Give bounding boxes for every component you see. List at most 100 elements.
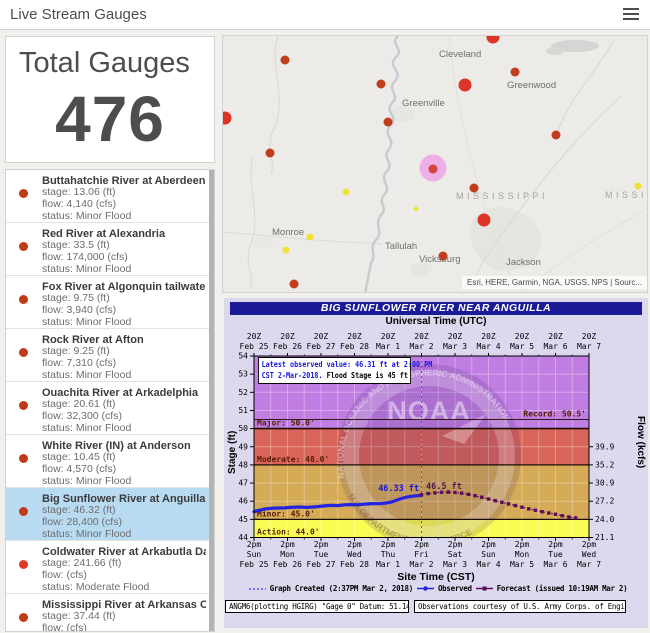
annotation-line2-date: CST 2-Mar-2018. xyxy=(262,371,323,380)
gauge-status: status: Minor Flood xyxy=(42,476,206,488)
svg-text:20Z: 20Z xyxy=(582,332,597,341)
svg-text:52: 52 xyxy=(238,388,248,397)
svg-text:Mar 1: Mar 1 xyxy=(376,342,400,351)
gauge-map-marker[interactable] xyxy=(283,247,290,254)
svg-text:2pm: 2pm xyxy=(381,540,396,549)
flood-category-label: Action: 44.0' xyxy=(257,527,320,537)
svg-text:46: 46 xyxy=(238,497,248,506)
chart-courtesy-note: Observations courtesy of U.S. Army Corps… xyxy=(414,600,626,613)
gauge-map-marker[interactable] xyxy=(635,183,642,190)
gauge-flow: flow: 7,310 (cfs) xyxy=(42,358,206,370)
gauge-list-item[interactable]: Red River at Alexandriastage: 33.5 (ft)f… xyxy=(6,223,214,276)
gauge-map-marker[interactable] xyxy=(377,80,386,89)
mississippi-river xyxy=(365,36,399,293)
gauge-map-marker[interactable] xyxy=(281,56,290,65)
gauge-flow: flow: 28,400 (cfs) xyxy=(42,517,206,529)
gauge-map-marker[interactable] xyxy=(290,280,299,289)
gauge-map-marker[interactable] xyxy=(487,36,500,44)
map-canvas[interactable]: MISSISSIPPIMISSISSClevelandGreenwoodGree… xyxy=(223,36,648,293)
svg-text:Mar 4: Mar 4 xyxy=(476,560,500,569)
gauge-list: Buttahatchie River at Aberdeenstage: 13.… xyxy=(5,169,215,632)
gauge-list-item[interactable]: Fox River at Algonquin tailwaterstage: 9… xyxy=(6,276,214,329)
svg-text:20Z: 20Z xyxy=(347,332,362,341)
flood-status-dot xyxy=(19,454,28,463)
flood-status-dot xyxy=(19,401,28,410)
svg-text:54: 54 xyxy=(238,352,248,361)
state-label: MISSISSIPPI xyxy=(456,191,548,201)
svg-text:Feb 25: Feb 25 xyxy=(240,560,269,569)
flow-axis-title: Flow (kcfs) xyxy=(635,416,646,468)
gauge-map-marker[interactable] xyxy=(470,184,479,193)
map-panel[interactable]: MISSISSIPPIMISSISSClevelandGreenwoodGree… xyxy=(222,35,648,293)
gauge-map-marker[interactable] xyxy=(478,214,491,227)
flood-status-dot xyxy=(19,242,28,251)
svg-text:Mar 2: Mar 2 xyxy=(409,342,433,351)
gauge-status: status: Minor Flood xyxy=(42,370,206,382)
gauge-map-marker[interactable] xyxy=(439,252,448,261)
chart-top-axis-title: Universal Time (UTC) xyxy=(224,316,648,327)
city-label: Jackson xyxy=(506,257,541,268)
svg-text:45: 45 xyxy=(238,515,248,524)
svg-text:Mon: Mon xyxy=(280,550,295,559)
flood-status-dot xyxy=(19,613,28,622)
svg-text:Wed: Wed xyxy=(347,550,362,559)
svg-text:2pm: 2pm xyxy=(280,540,295,549)
svg-text:2pm: 2pm xyxy=(448,540,463,549)
legend-created-sample xyxy=(249,586,266,592)
gauge-flow: flow: 32,300 (cfs) xyxy=(42,411,206,423)
svg-text:27.2: 27.2 xyxy=(595,497,614,506)
gauge-map-marker[interactable] xyxy=(307,234,314,241)
annotation-flood-stage: Flood Stage is 45 ft xyxy=(323,371,408,380)
svg-text:21.1: 21.1 xyxy=(595,533,614,542)
city-label: Cleveland xyxy=(439,49,481,60)
gauge-status: status: Moderate Flood xyxy=(42,582,206,594)
svg-text:35.2: 35.2 xyxy=(595,460,614,469)
gauge-status: status: Minor Flood xyxy=(42,317,206,329)
hamburger-menu-icon[interactable] xyxy=(623,8,639,22)
total-gauges-card: Total Gauges 476 xyxy=(5,36,215,163)
gauge-list-item[interactable]: Mississippi River at Arkansas Citystage:… xyxy=(6,594,214,632)
data-point-label: 46.5 ft xyxy=(426,482,462,492)
gauge-map-marker[interactable] xyxy=(511,68,520,77)
city-label: Greenwood xyxy=(507,80,556,91)
svg-text:Mar 4: Mar 4 xyxy=(476,342,500,351)
gauge-map-marker[interactable] xyxy=(552,131,561,140)
app-title: Live Stream Gauges xyxy=(10,0,147,29)
svg-text:47: 47 xyxy=(238,479,248,488)
city-label: Greenville xyxy=(402,98,445,109)
flood-category-label: Major: 50.0' xyxy=(257,418,315,428)
list-scrollbar[interactable] xyxy=(209,170,214,631)
chart-datum-note: ANGM6(plotting HGIRG) "Gage 0" Datum: 51… xyxy=(225,600,409,613)
gauge-map-marker[interactable] xyxy=(414,207,419,212)
gauge-list-item[interactable]: Ouachita River at Arkadelphiastage: 20.6… xyxy=(6,382,214,435)
svg-text:Mar 3: Mar 3 xyxy=(443,560,467,569)
svg-text:Sat: Sat xyxy=(448,550,463,559)
legend-forecast-label: Forecast (issued 10:19AM Mar 2) xyxy=(497,584,628,593)
gauge-map-marker[interactable] xyxy=(384,118,393,127)
gauge-map-marker[interactable] xyxy=(343,189,350,196)
gauge-map-marker[interactable] xyxy=(459,79,472,92)
selected-gauge-marker[interactable] xyxy=(429,165,438,174)
svg-text:20Z: 20Z xyxy=(314,332,329,341)
gauge-map-marker[interactable] xyxy=(266,149,275,158)
svg-text:20Z: 20Z xyxy=(381,332,396,341)
svg-text:2pm: 2pm xyxy=(314,540,329,549)
stage-axis-title: Stage (ft) xyxy=(227,431,238,474)
gauge-list-item[interactable]: Big Sunflower River at Anguillastage: 46… xyxy=(6,488,214,541)
svg-text:Feb 27: Feb 27 xyxy=(307,560,336,569)
gauge-list-item[interactable]: Buttahatchie River at Aberdeenstage: 13.… xyxy=(6,170,214,223)
gauge-list-item[interactable]: Coldwater River at Arkabutla Damstage: 2… xyxy=(6,541,214,594)
gauge-list-item[interactable]: White River (IN) at Andersonstage: 10.45… xyxy=(6,435,214,488)
svg-text:Mar 6: Mar 6 xyxy=(543,342,567,351)
svg-text:Thu: Thu xyxy=(381,550,396,559)
svg-text:51: 51 xyxy=(238,406,248,415)
gauge-flow: flow: (cfs) xyxy=(42,570,206,582)
gauge-list-item[interactable]: Rock River at Aftonstage: 9.25 (ft)flow:… xyxy=(6,329,214,382)
city-label: Monroe xyxy=(272,227,304,238)
svg-text:24.0: 24.0 xyxy=(595,515,614,524)
gauge-map-marker[interactable] xyxy=(223,112,232,125)
app-header: Live Stream Gauges xyxy=(0,0,650,30)
total-gauges-count: 476 xyxy=(6,82,214,156)
svg-text:2pm: 2pm xyxy=(515,540,530,549)
gauge-flow: flow: 3,940 (cfs) xyxy=(42,305,206,317)
